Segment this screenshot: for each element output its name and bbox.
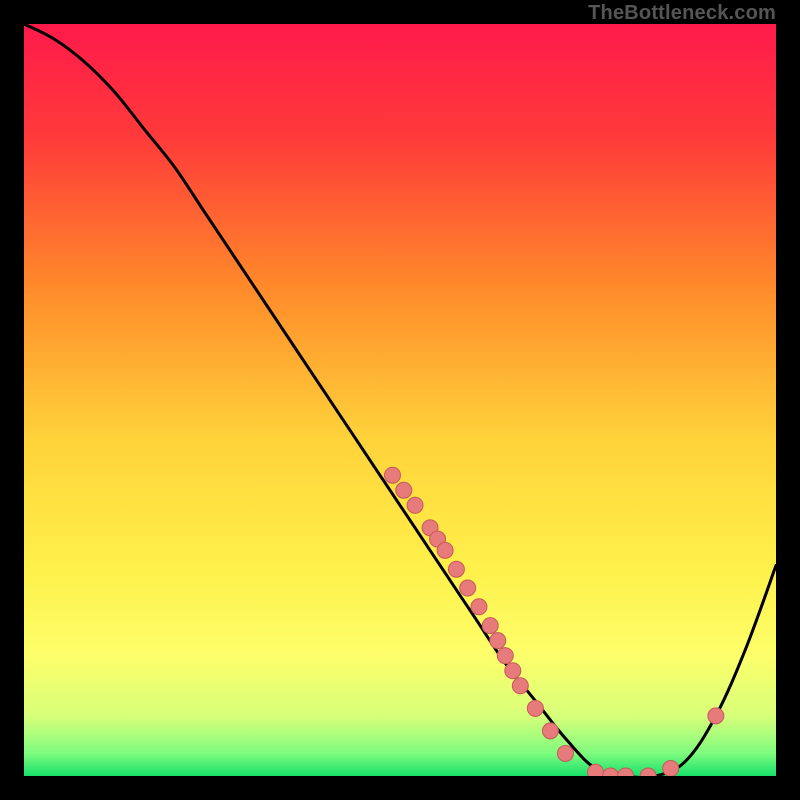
data-marker — [505, 663, 521, 679]
chart-frame: TheBottleneck.com — [0, 0, 800, 800]
data-marker — [448, 561, 464, 577]
plot-area — [24, 24, 776, 776]
data-marker — [384, 467, 400, 483]
data-marker — [527, 700, 543, 716]
chart-svg — [24, 24, 776, 776]
gradient-background — [24, 24, 776, 776]
data-marker — [542, 723, 558, 739]
data-marker — [708, 708, 724, 724]
data-marker — [460, 580, 476, 596]
attribution-text: TheBottleneck.com — [588, 2, 776, 25]
data-marker — [396, 482, 412, 498]
data-marker — [437, 542, 453, 558]
data-marker — [557, 745, 573, 761]
data-marker — [407, 497, 423, 513]
data-marker — [471, 599, 487, 615]
data-marker — [588, 764, 604, 776]
data-marker — [663, 760, 679, 776]
data-marker — [490, 633, 506, 649]
data-marker — [497, 648, 513, 664]
data-marker — [512, 678, 528, 694]
data-marker — [482, 618, 498, 634]
